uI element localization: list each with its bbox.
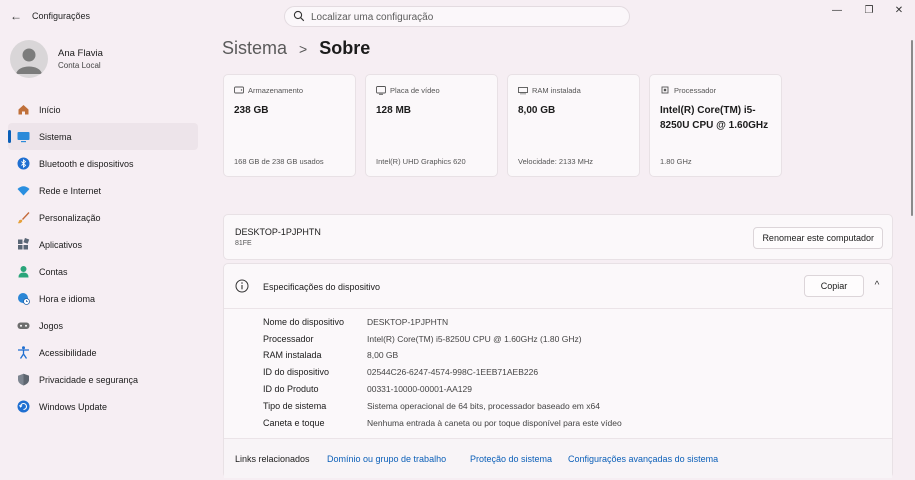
device-specs-header[interactable]: Especificações do dispositivo Copiar ^ <box>224 264 892 309</box>
sidebar-item-bluetooth[interactable]: Bluetooth e dispositivos <box>8 150 198 177</box>
sidebar-item-inicio[interactable]: Início <box>8 96 198 123</box>
cpu-speed: 1.80 GHz <box>660 157 692 166</box>
gamepad-icon <box>16 319 30 333</box>
gpu-icon <box>376 86 386 95</box>
link-advanced-settings[interactable]: Configurações avançadas do sistema <box>568 454 718 464</box>
person-icon <box>16 265 30 279</box>
search-input[interactable] <box>311 9 611 25</box>
cpu-card: Processador Intel(R) Core(TM) i5-8250U C… <box>649 74 782 177</box>
link-system-protection[interactable]: Proteção do sistema <box>470 454 552 464</box>
sidebar-item-privacidade[interactable]: Privacidade e segurança <box>8 366 198 393</box>
sidebar-item-jogos[interactable]: Jogos <box>8 312 198 339</box>
device-name-panel: DESKTOP-1PJPHTN 81FE Renomear este compu… <box>223 214 893 260</box>
storage-usage: 168 GB de 238 GB usados <box>234 157 324 166</box>
sidebar-item-personalizacao[interactable]: Personalização <box>8 204 198 231</box>
spec-row: Nome do dispositivo DESKTOP-1PJPHTN <box>263 317 449 327</box>
storage-value: 238 GB <box>234 105 269 116</box>
page-title: Sobre <box>319 38 371 58</box>
sidebar-item-acessibilidade[interactable]: Acessibilidade <box>8 339 198 366</box>
close-icon[interactable]: ✕ <box>888 4 910 18</box>
scrollbar[interactable] <box>911 40 913 216</box>
minimize-icon[interactable]: — <box>826 4 848 18</box>
gpu-card: Placa de vídeo 128 MB Intel(R) UHD Graph… <box>365 74 498 177</box>
sidebar-item-contas[interactable]: Contas <box>8 258 198 285</box>
user-name: Ana Flavia <box>58 48 103 59</box>
system-icon <box>16 130 30 144</box>
sidebar-item-aplicativos[interactable]: Aplicativos <box>8 231 198 258</box>
breadcrumb-parent[interactable]: Sistema <box>222 38 287 59</box>
related-links: Links relacionados Domínio ou grupo de t… <box>224 438 892 478</box>
ram-card: RAM instalada 8,00 GB Velocidade: 2133 M… <box>507 74 640 177</box>
device-model: 81FE <box>235 240 252 247</box>
spec-row: Tipo de sistema Sistema operacional de 6… <box>263 401 600 411</box>
sidebar-item-windows-update[interactable]: Windows Update <box>8 393 198 420</box>
account-type: Conta Local <box>58 61 101 70</box>
storage-card: Armazenamento 238 GB 168 GB de 238 GB us… <box>223 74 356 177</box>
sidebar-item-sistema[interactable]: Sistema <box>8 123 198 150</box>
accessibility-icon <box>16 346 30 360</box>
cpu-icon <box>661 86 669 94</box>
spec-row: ID do dispositivo 02544C26-6247-4574-998… <box>263 367 539 377</box>
device-specs-title: Especificações do dispositivo <box>263 282 381 292</box>
spec-row: Caneta e toque Nenhuma entrada à caneta … <box>263 418 622 428</box>
globe-clock-icon <box>16 292 30 306</box>
app-title: Configurações <box>32 11 91 21</box>
search-box[interactable] <box>284 6 630 27</box>
ram-speed: Velocidade: 2133 MHz <box>518 157 594 166</box>
related-links-label: Links relacionados <box>235 454 310 464</box>
title-bar: ← Configurações — ❐ ✕ <box>0 0 915 34</box>
device-name: DESKTOP-1PJPHTN <box>235 227 321 237</box>
rename-computer-button[interactable]: Renomear este computador <box>753 227 883 249</box>
spec-row: Processador Intel(R) Core(TM) i5-8250U C… <box>263 334 582 344</box>
chevron-right-icon: > <box>299 40 308 57</box>
sidebar-item-hora-idioma[interactable]: Hora e idioma <box>8 285 198 312</box>
wifi-icon <box>16 184 30 198</box>
gpu-name: Intel(R) UHD Graphics 620 <box>376 157 466 166</box>
apps-icon <box>16 238 30 252</box>
spec-row: ID do Produto 00331-10000-00001-AA129 <box>263 384 472 394</box>
cpu-value: Intel(R) Core(TM) i5-8250U CPU @ 1.60GHz <box>660 105 769 131</box>
shield-icon <box>16 373 30 387</box>
person-silhouette-icon <box>16 48 42 74</box>
chevron-up-icon[interactable]: ^ <box>869 278 885 294</box>
storage-icon <box>234 86 244 94</box>
info-icon <box>235 279 249 293</box>
copy-button[interactable]: Copiar <box>804 275 864 297</box>
spec-row: RAM instalada 8,00 GB <box>263 350 399 360</box>
restore-icon[interactable]: ❐ <box>858 4 880 18</box>
search-icon <box>293 10 305 22</box>
brush-icon <box>16 211 30 225</box>
gpu-value: 128 MB <box>376 105 412 116</box>
sidebar-nav: Início Sistema Bluetooth e dispositivos … <box>8 96 198 420</box>
ram-icon <box>518 87 528 95</box>
sidebar-item-rede[interactable]: Rede e Internet <box>8 177 198 204</box>
breadcrumb: Sistema > Sobre <box>222 38 370 59</box>
update-icon <box>16 400 30 414</box>
bluetooth-icon <box>16 157 30 171</box>
ram-value: 8,00 GB <box>518 105 556 116</box>
home-icon <box>16 103 30 117</box>
device-specs-panel: Especificações do dispositivo Copiar ^ N… <box>223 263 893 478</box>
link-domain-workgroup[interactable]: Domínio ou grupo de trabalho <box>327 454 446 464</box>
back-arrow-icon[interactable]: ← <box>8 8 24 24</box>
avatar[interactable] <box>10 40 48 78</box>
